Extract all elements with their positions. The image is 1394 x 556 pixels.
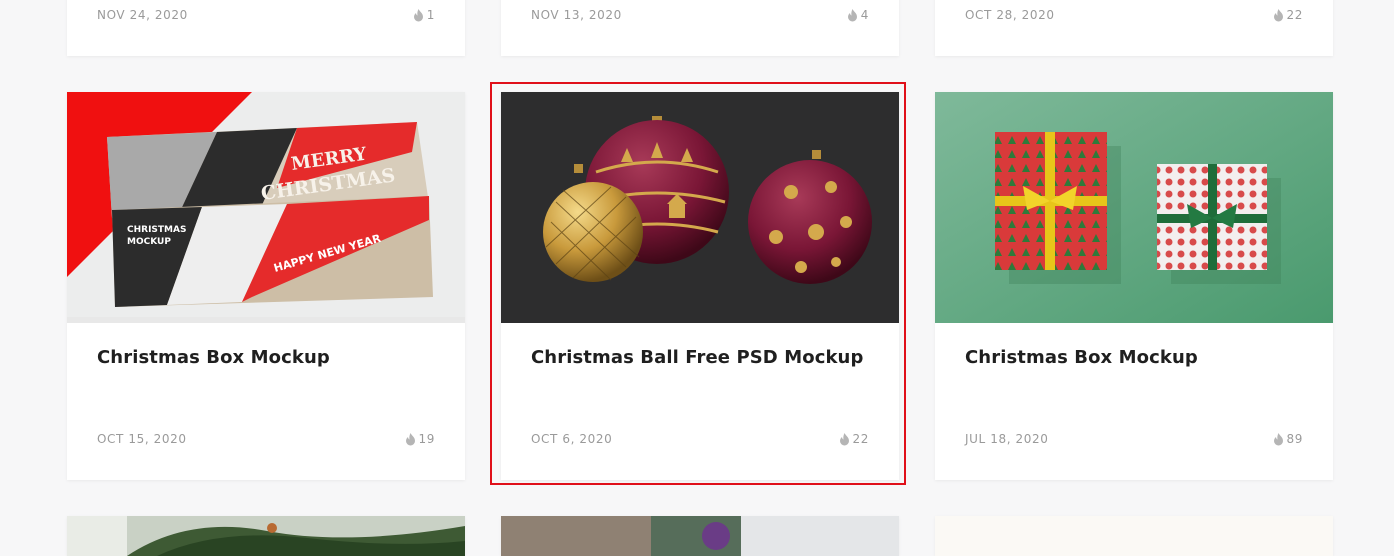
post-title[interactable]: Christmas Ball Free PSD Mockup [531, 347, 863, 368]
post-card-christmas-box-2[interactable]: Christmas Box Mockup JUL 18, 2020 89 [935, 92, 1333, 480]
svg-text:CHRISTMAS: CHRISTMAS [127, 225, 186, 235]
post-date: OCT 6, 2020 [531, 432, 613, 446]
flame-icon [413, 8, 423, 21]
post-card-bottom-3[interactable] [935, 516, 1333, 556]
post-thumbnail[interactable] [67, 516, 465, 556]
flame-icon [847, 8, 857, 21]
post-title[interactable]: Christmas Box Mockup [97, 347, 330, 368]
likes-number: 22 [852, 432, 869, 446]
likes-count[interactable]: 19 [405, 432, 435, 446]
christmas-crates-image: MERRY CHRISTMAS CHRISTMAS MOCKUP HAPPY N… [67, 92, 465, 323]
svg-text:MOCKUP: MOCKUP [127, 237, 171, 247]
likes-count[interactable]: 22 [1273, 8, 1303, 22]
flame-icon [1273, 432, 1283, 445]
post-date: NOV 24, 2020 [97, 8, 188, 22]
gift-boxes-image [935, 92, 1333, 323]
post-thumbnail[interactable] [501, 92, 899, 323]
post-card-bottom-1[interactable] [67, 516, 465, 556]
post-date: NOV 13, 2020 [531, 8, 622, 22]
likes-count[interactable]: 4 [847, 8, 869, 22]
likes-count[interactable]: 89 [1273, 432, 1303, 446]
likes-number: 4 [860, 8, 869, 22]
likes-number: 19 [418, 432, 435, 446]
post-thumbnail[interactable] [935, 516, 1333, 556]
post-date: OCT 15, 2020 [97, 432, 187, 446]
likes-number: 89 [1286, 432, 1303, 446]
christmas-balls-image [501, 92, 899, 323]
post-card-bottom-2[interactable] [501, 516, 899, 556]
likes-count[interactable]: 1 [413, 8, 435, 22]
flame-icon [839, 432, 849, 445]
flame-icon [1273, 8, 1283, 21]
likes-count[interactable]: 22 [839, 432, 869, 446]
likes-number: 22 [1286, 8, 1303, 22]
post-date: OCT 28, 2020 [965, 8, 1055, 22]
post-thumbnail[interactable] [935, 92, 1333, 323]
post-card-christmas-ball[interactable]: Christmas Ball Free PSD Mockup OCT 6, 20… [501, 92, 899, 480]
post-date: JUL 18, 2020 [965, 432, 1049, 446]
post-thumbnail[interactable]: MERRY CHRISTMAS CHRISTMAS MOCKUP HAPPY N… [67, 92, 465, 323]
post-card-top-1[interactable]: NOV 24, 2020 1 [67, 0, 465, 56]
post-thumbnail[interactable] [501, 516, 899, 556]
post-card-top-3[interactable]: OCT 28, 2020 22 [935, 0, 1333, 56]
post-card-top-2[interactable]: NOV 13, 2020 4 [501, 0, 899, 56]
likes-number: 1 [426, 8, 435, 22]
post-card-christmas-box-1[interactable]: MERRY CHRISTMAS CHRISTMAS MOCKUP HAPPY N… [67, 92, 465, 480]
flame-icon [405, 432, 415, 445]
post-title[interactable]: Christmas Box Mockup [965, 347, 1198, 368]
